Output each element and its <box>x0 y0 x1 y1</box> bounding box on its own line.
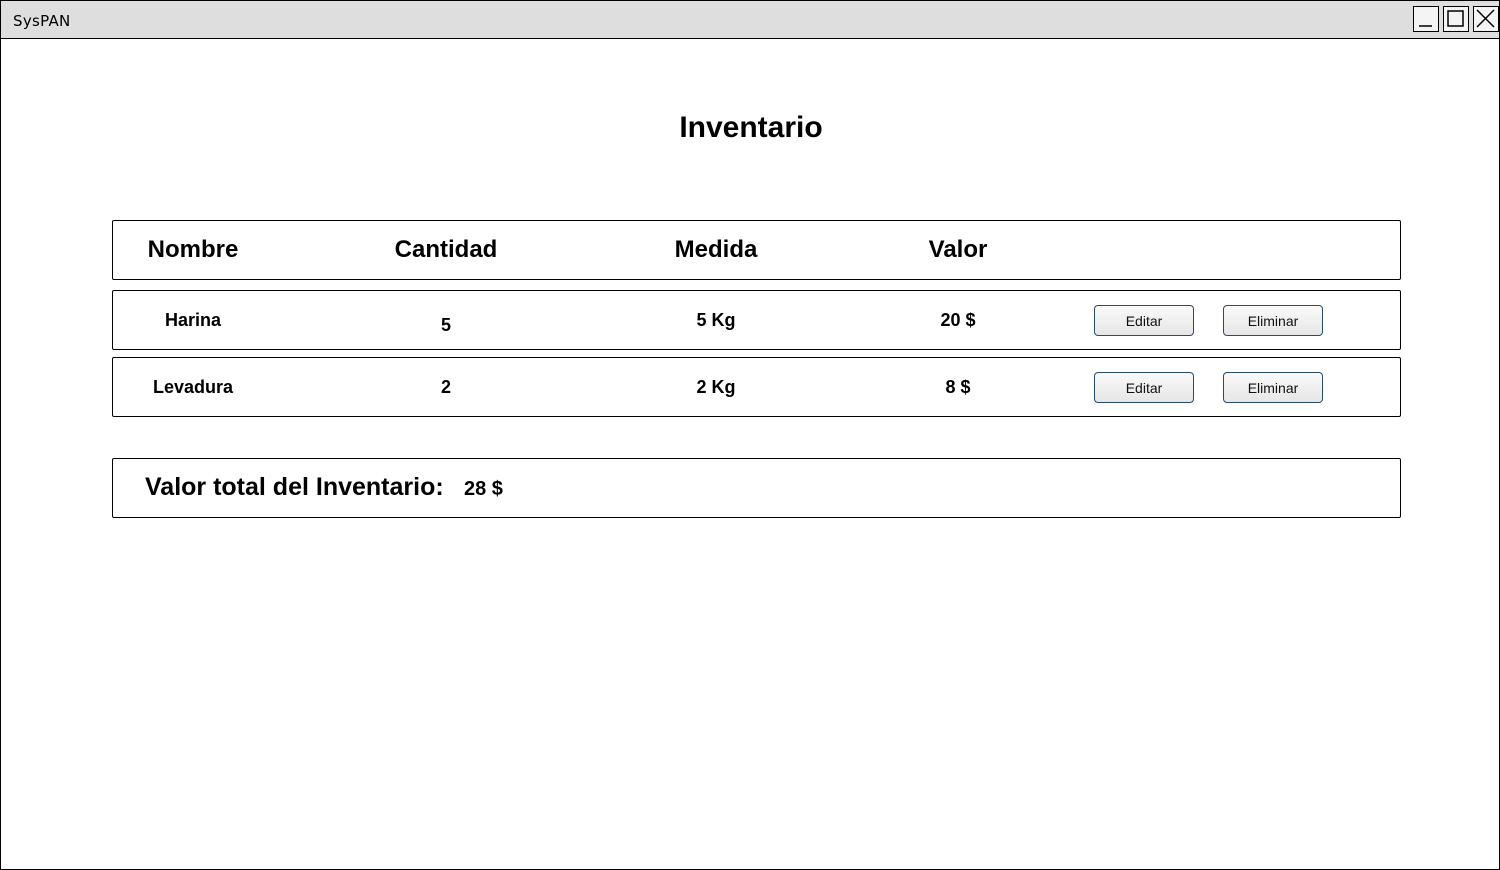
header-cantidad: Cantidad <box>394 236 498 263</box>
cell-cantidad: 2 <box>440 376 451 397</box>
header-valor: Valor <box>928 236 988 263</box>
total-label: Valor total del Inventario: <box>145 473 444 501</box>
cell-medida: 5 Kg <box>696 309 736 330</box>
minimize-button[interactable] <box>1413 6 1439 32</box>
app-title: SysPAN <box>13 12 71 30</box>
title-bar: SysPAN <box>1 1 1499 39</box>
cell-nombre: Harina <box>164 309 222 330</box>
cell-medida: 2 Kg <box>696 376 736 397</box>
table-row: Levadura 2 2 Kg 8 $ Editar Eliminar <box>112 357 1401 417</box>
edit-button[interactable]: Editar <box>1094 305 1194 336</box>
table-row: Harina 5 5 Kg 20 $ Editar Eliminar <box>112 290 1401 350</box>
close-button[interactable] <box>1473 6 1499 32</box>
delete-button[interactable]: Eliminar <box>1223 305 1323 336</box>
header-medida: Medida <box>674 236 758 263</box>
page-title: Inventario <box>679 111 823 144</box>
app-window: SysPAN Inventario Nombre Cantidad Medida… <box>0 0 1500 870</box>
table-header: Nombre Cantidad Medida Valor <box>112 220 1401 280</box>
cell-cantidad: 5 <box>440 314 451 335</box>
close-icon <box>1476 9 1495 28</box>
inventory-total: Valor total del Inventario: 28 $ <box>112 458 1401 518</box>
cell-nombre: Levadura <box>152 376 234 397</box>
cell-valor: 8 $ <box>945 376 971 397</box>
delete-button[interactable]: Eliminar <box>1223 372 1323 403</box>
edit-button[interactable]: Editar <box>1094 372 1194 403</box>
minimize-icon <box>1419 25 1432 27</box>
total-value: 28 $ <box>464 478 503 500</box>
cell-valor: 20 $ <box>940 309 976 330</box>
header-nombre: Nombre <box>147 236 239 263</box>
maximize-icon <box>1447 10 1464 27</box>
maximize-button[interactable] <box>1443 6 1469 32</box>
